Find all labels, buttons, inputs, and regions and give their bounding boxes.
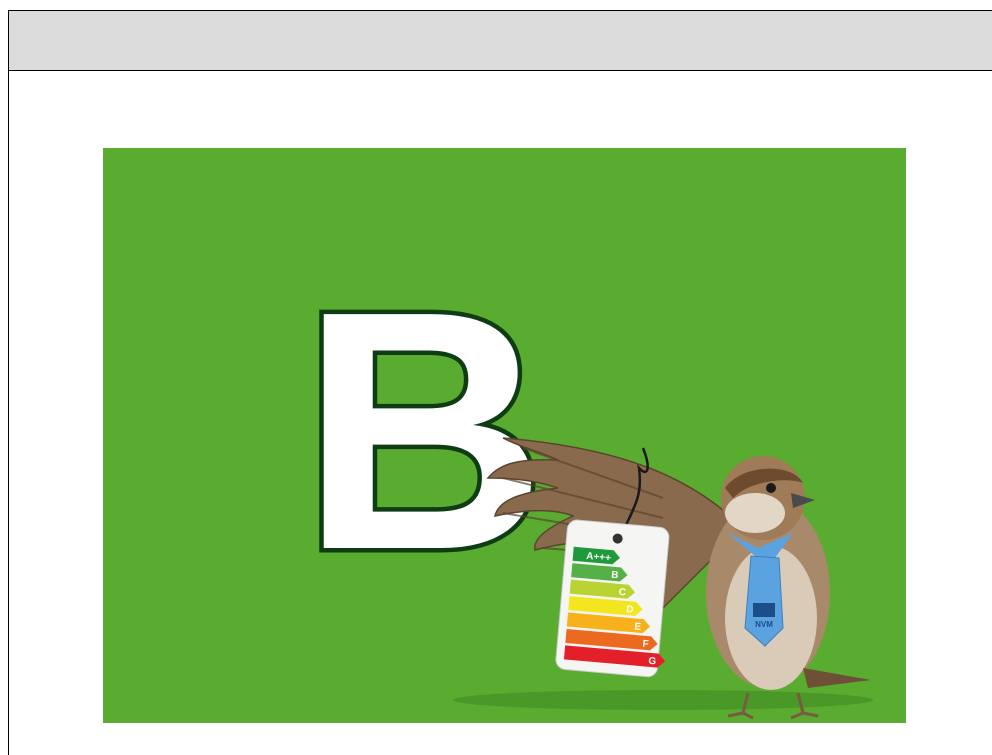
- big-letter-b: B: [301, 241, 547, 621]
- energy-bar-label: B: [611, 570, 619, 582]
- energy-bar-label: F: [642, 639, 649, 650]
- energy-bar-label: D: [626, 604, 634, 616]
- energy-bar-label: G: [648, 656, 657, 668]
- tie-logo-text: NVM: [755, 620, 773, 629]
- energy-bar-label: A+++: [586, 551, 612, 564]
- energy-bar-label: C: [618, 587, 626, 599]
- header-bar: [9, 11, 992, 71]
- ground-shadow: [453, 690, 873, 710]
- energy-label-illustration: B NVM A+++ B C D E F G: [103, 148, 906, 723]
- energy-bar-label: E: [634, 621, 642, 633]
- sparrow: NVM: [706, 456, 871, 720]
- energy-label-tag: A+++ BCDEFG: [555, 519, 670, 678]
- document-frame: B NVM A+++ B C D E F G: [8, 10, 992, 755]
- nvm-logo-icon: [753, 603, 775, 617]
- illustration-canvas: B NVM A+++BCDEFG: [297, 237, 873, 720]
